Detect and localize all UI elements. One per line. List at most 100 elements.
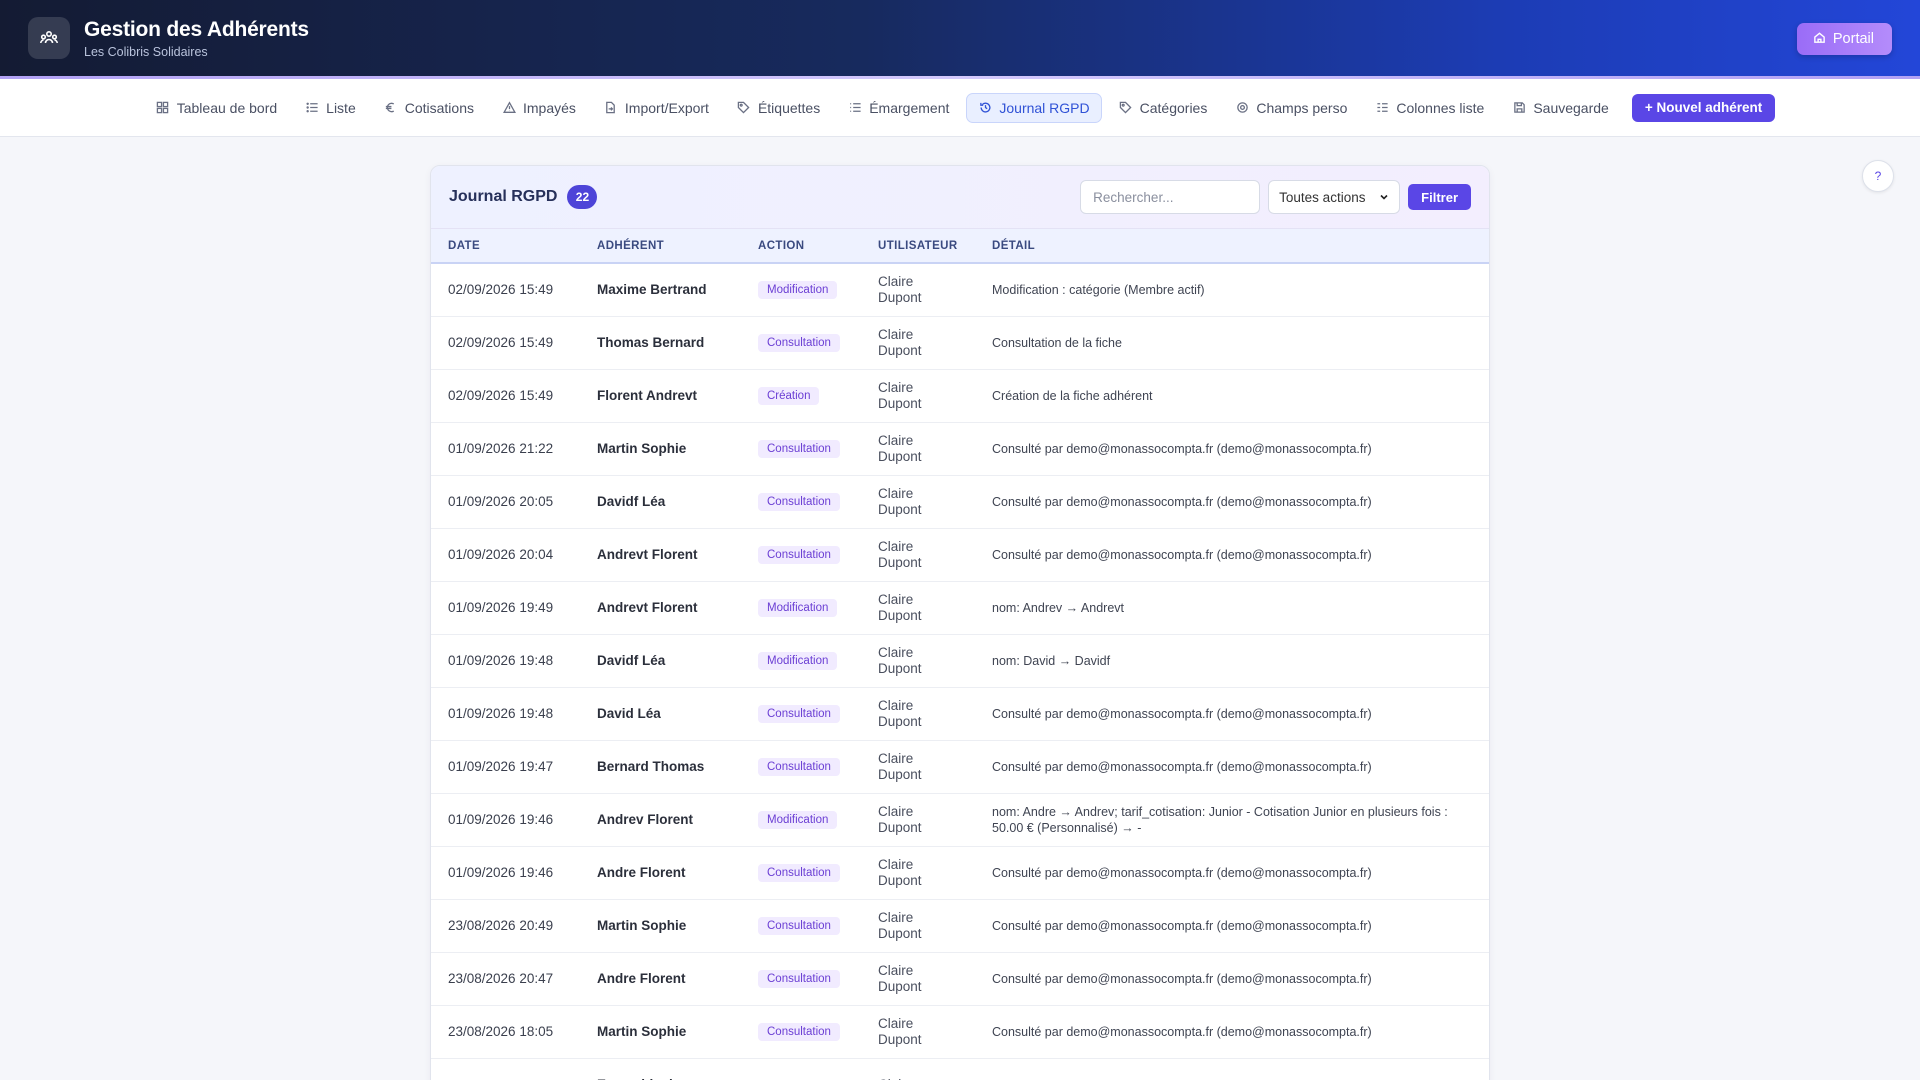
cell-user: Claire Dupont xyxy=(861,846,975,900)
cell-action: Modification xyxy=(741,263,861,317)
cell-detail: nom: Andre → Andrev; tarif_cotisation: J… xyxy=(975,793,1489,847)
cell-detail: Consulté par demo@monassocompta.fr (demo… xyxy=(975,899,1489,953)
action-badge: Modification xyxy=(758,810,838,829)
members-logo-icon xyxy=(28,17,70,59)
cell-user: Claire Dupont xyxy=(861,369,975,423)
table-row[interactable]: 01/09/2026 19:46 Andre Florent Consultatio… xyxy=(431,846,1489,900)
table-row[interactable]: 01/09/2026 20:05 Davidf Léa Consultation Cl… xyxy=(431,475,1489,529)
filter-button[interactable]: Filtrer xyxy=(1408,184,1471,210)
table-row[interactable]: 23/08/2026 20:49 Martin Sophie Consultatio… xyxy=(431,899,1489,953)
cell-user: Claire Dupont xyxy=(861,581,975,635)
cell-detail: Consulté par demo@monassocompta.fr (demo… xyxy=(975,475,1489,529)
cell-member: Martin Sophie xyxy=(580,899,741,953)
nav-item-cotisations[interactable]: Cotisations xyxy=(373,93,485,123)
user-name: Claire Dupont xyxy=(878,909,922,941)
nav-item-cat-gories[interactable]: Catégories xyxy=(1108,93,1219,123)
table-row[interactable]: 01/09/2026 19:47 Bernard Thomas Consultati… xyxy=(431,740,1489,794)
nav-item-label: Catégories xyxy=(1139,99,1208,116)
cell-date: 01/09/2026 20:04 xyxy=(431,528,580,582)
action-badge: Création xyxy=(758,386,820,405)
cell-action: Consultation xyxy=(741,475,861,529)
column-header-user[interactable]: UTILISATEUR xyxy=(861,229,975,264)
table-row[interactable]: 23/08/2026 18:05 Martin Sophie Consultatio… xyxy=(431,1005,1489,1059)
cell-user: Claire Dupont xyxy=(861,793,975,847)
nav-item--tiquettes[interactable]: Étiquettes xyxy=(726,93,831,123)
action-badge: Consultation xyxy=(758,863,840,882)
file-transfer-icon xyxy=(604,101,618,115)
nav-item-impay-s[interactable]: Impayés xyxy=(491,93,587,123)
cell-action: Modification xyxy=(741,581,861,635)
cell-user: Claire Dupont xyxy=(861,1005,975,1059)
nav-item-colonnes-liste[interactable]: Colonnes liste xyxy=(1364,93,1495,123)
table-row[interactable]: 01/09/2026 19:49 Andrevt Florent Modificat… xyxy=(431,581,1489,635)
nav-item-sauvegarde[interactable]: Sauvegarde xyxy=(1501,93,1620,123)
cell-detail: Consulté par demo@monassocompta.fr (demo… xyxy=(975,952,1489,1006)
cell-action: Modification xyxy=(741,634,861,688)
nav-item-label: Champs perso xyxy=(1256,99,1348,116)
user-name: Claire Dupont xyxy=(878,644,922,676)
cell-date: 23/08/2026 20:49 xyxy=(431,899,580,953)
cell-action: Consultation xyxy=(741,899,861,953)
user-name: Claire Dupont xyxy=(878,326,922,358)
user-name: Claire Dupont xyxy=(878,962,922,994)
entry-count-badge: 22 xyxy=(567,185,598,209)
cell-user: Claire Dupont xyxy=(861,634,975,688)
nav-item-label: Tableau de bord xyxy=(176,99,278,116)
table-row[interactable]: 23/08/2026 20:47 Andre Florent Consultatio… xyxy=(431,952,1489,1006)
column-header-member[interactable]: ADHÉRENT xyxy=(580,229,741,264)
cell-date: 01/09/2026 19:48 xyxy=(431,634,580,688)
table-row[interactable]: Ensemble des Claire xyxy=(431,1058,1489,1080)
cell-date: 01/09/2026 20:05 xyxy=(431,475,580,529)
column-header-action[interactable]: ACTION xyxy=(741,229,861,264)
table-row[interactable]: 01/09/2026 20:04 Andrevt Florent Consultat… xyxy=(431,528,1489,582)
cell-date: 01/09/2026 19:49 xyxy=(431,581,580,635)
user-name: Claire Dupont xyxy=(878,697,922,729)
nav-item-tableau-de-bord[interactable]: Tableau de bord xyxy=(145,93,288,123)
cell-action: Consultation xyxy=(741,528,861,582)
new-member-button[interactable]: + Nouvel adhérent xyxy=(1631,93,1776,122)
cell-detail xyxy=(975,1058,1489,1080)
cell-member: Andrev Florent xyxy=(580,793,741,847)
column-header-date[interactable]: DATE xyxy=(431,229,580,264)
cell-user: Claire Dupont xyxy=(861,316,975,370)
cell-detail: nom: Andrev → Andrevt xyxy=(975,581,1489,635)
table-row[interactable]: 02/09/2026 15:49 Maxime Bertrand Modificat… xyxy=(431,263,1489,317)
column-header-detail[interactable]: DÉTAIL xyxy=(975,229,1489,264)
nav-item-champs-perso[interactable]: Champs perso xyxy=(1224,93,1358,123)
tag-icon xyxy=(1119,101,1133,115)
table-row[interactable]: 01/09/2026 21:22 Martin Sophie Consultatio… xyxy=(431,422,1489,476)
table-row[interactable]: 01/09/2026 19:46 Andrev Florent Modificati… xyxy=(431,793,1489,847)
table-row[interactable]: 02/09/2026 15:49 Thomas Bernard Consultati… xyxy=(431,316,1489,370)
nav-item-journal-rgpd[interactable]: Journal RGPD xyxy=(966,92,1102,123)
cell-action: Consultation xyxy=(741,422,861,476)
portal-button[interactable]: Portail xyxy=(1796,23,1892,55)
cell-action xyxy=(741,1058,861,1080)
journal-header: Journal RGPD 22 Toutes actions Filtrer xyxy=(431,166,1489,229)
user-name: Claire Dupont xyxy=(878,379,922,411)
table-row[interactable]: 01/09/2026 19:48 David Léa Consultation Cla… xyxy=(431,687,1489,741)
action-badge: Consultation xyxy=(758,1022,840,1041)
cell-member: Davidf Léa xyxy=(580,634,741,688)
action-filter-select[interactable]: Toutes actions xyxy=(1268,180,1401,214)
help-button[interactable]: ? xyxy=(1862,160,1894,192)
cell-detail: Consulté par demo@monassocompta.fr (demo… xyxy=(975,1005,1489,1059)
cell-action: Création xyxy=(741,369,861,423)
nav-item-label: Cotisations xyxy=(404,99,474,116)
cell-date: 02/09/2026 15:49 xyxy=(431,263,580,317)
cell-action: Consultation xyxy=(741,952,861,1006)
save-icon xyxy=(1512,101,1526,115)
nav-item--margement[interactable]: Émargement xyxy=(837,93,960,123)
cell-detail: nom: David → Davidf xyxy=(975,634,1489,688)
nav-item-label: Journal RGPD xyxy=(999,99,1090,116)
history-icon xyxy=(978,101,992,115)
nav-item-liste[interactable]: Liste xyxy=(294,93,367,123)
nav-item-import-export[interactable]: Import/Export xyxy=(593,93,720,123)
search-input[interactable] xyxy=(1080,180,1261,214)
cell-user: Claire Dupont xyxy=(861,952,975,1006)
table-row[interactable]: 02/09/2026 15:49 Florent Andrevt Création C… xyxy=(431,369,1489,423)
action-badge: Consultation xyxy=(758,916,840,935)
cell-member: Thomas Bernard xyxy=(580,316,741,370)
table-row[interactable]: 01/09/2026 19:48 Davidf Léa Modification Cl… xyxy=(431,634,1489,688)
cell-date: 01/09/2026 19:47 xyxy=(431,740,580,794)
cell-user: Claire Dupont xyxy=(861,475,975,529)
